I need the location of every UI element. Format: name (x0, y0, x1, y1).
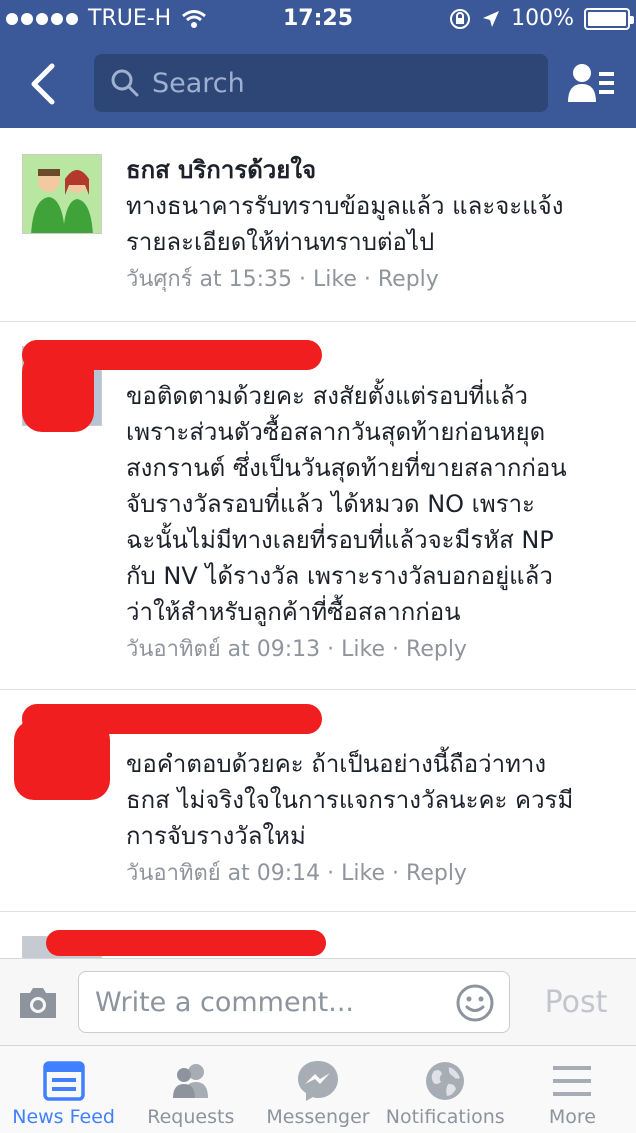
status-bar: TRUE-H 17:25 100% (0, 0, 636, 40)
comment-item: ธกส บริการด้วยใจ ทางธนาคารรับทราบข้อมูลแ… (0, 128, 636, 322)
redaction-mark (46, 930, 326, 956)
comment-text-line: ว่าให้สำหรับลูกค้าที่ซื้อสลากก่อน (126, 598, 461, 626)
tab-label: Requests (147, 1106, 235, 1128)
meta-separator: · (392, 861, 407, 886)
meta-separator: · (299, 267, 313, 292)
comment-text-line: กับ NV ได้รางวัล เพราะรางวัลบอกอยู่แล้ว (126, 562, 553, 590)
smiley-icon[interactable] (455, 983, 495, 1023)
tab-more[interactable]: More (509, 1046, 636, 1133)
meta-separator: · (327, 861, 342, 886)
comment-text-line: รายละเอียดให้ท่านทราบต่อไป (126, 228, 435, 256)
tab-label: Notifications (385, 1106, 505, 1128)
comment-timestamp: วันอาทิตย์ at 09:13 (126, 637, 321, 662)
search-icon (111, 69, 139, 97)
comment-meta: วันอาทิตย์ at 09:14 · Like · Reply (126, 854, 624, 894)
news-feed-icon (42, 1061, 85, 1101)
comment-timestamp: วันอาทิตย์ at 09:14 (126, 861, 321, 886)
comment-input-wrapper (78, 971, 510, 1033)
comment-text-line: ขอคำตอบด้วยคะ ถ้าเป็นอย่างนี้ถือว่าทาง (126, 750, 547, 778)
tab-news-feed[interactable]: News Feed (0, 1046, 127, 1133)
nav-row: Search (0, 48, 636, 120)
comment-input[interactable] (95, 982, 445, 1022)
reply-link[interactable]: Reply (406, 637, 467, 662)
comment-text-line: ฉะนั้นไม่มีทางเลยที่รอบที่แล้วจะมีรหัส N… (126, 526, 554, 554)
tab-notifications[interactable]: Notifications (382, 1046, 509, 1133)
post-button[interactable]: Post (536, 981, 616, 1025)
meta-separator: · (392, 637, 407, 662)
comment-meta: วันอาทิตย์ at 09:13 · Like · Reply (126, 630, 624, 670)
comment-item: ขอคำตอบด้วยคะ ถ้าเป็นอย่างนี้ถือว่าทาง ธ… (0, 690, 636, 912)
battery-percent: 100% (511, 6, 574, 31)
search-placeholder: Search (152, 67, 245, 99)
comment-composer: Post (0, 958, 636, 1046)
comment-text-line: จับรางวัลรอบที่แล้ว ได้หมวด NO เพราะ (126, 490, 535, 518)
battery-icon (584, 7, 634, 30)
meta-separator: · (327, 637, 342, 662)
back-button[interactable] (22, 60, 66, 108)
comment-meta: วันศุกร์ at 15:35 · Like · Reply (126, 260, 624, 300)
meta-separator: · (363, 267, 378, 292)
globe-icon (426, 1062, 465, 1100)
top-bar: TRUE-H 17:25 100% Search (0, 0, 636, 128)
tab-label: More (548, 1106, 596, 1128)
comment-item: ขอติดตามด้วยคะ สงสัยตั้งแต่รอบที่แล้ว เพ… (0, 322, 636, 690)
messenger-icon (298, 1061, 338, 1101)
redaction-mark (14, 720, 110, 800)
like-link[interactable]: Like (313, 267, 357, 292)
redaction-mark (22, 352, 94, 432)
tab-label: News Feed (12, 1106, 115, 1128)
menu-icon (553, 1066, 592, 1096)
comment-text-line: สงกรานต์ ซึ่งเป็นวันสุดท้ายที่ขายสลากก่อ… (126, 454, 567, 482)
comment-text-line: ธกส ไม่จริงใจในการแจกรางวัลนะคะ ควรมี (126, 786, 574, 814)
comment-list: ธกส บริการด้วยใจ ทางธนาคารรับทราบข้อมูลแ… (0, 128, 636, 958)
comment-item (0, 912, 636, 958)
tab-requests[interactable]: Requests (127, 1046, 254, 1133)
comment-text-line: เพราะส่วนตัวซื้อสลากวันสุดท้ายก่อนหยุด (126, 418, 546, 446)
location-icon (483, 10, 500, 27)
commenter-name[interactable]: ธกส บริการด้วยใจ (126, 152, 624, 188)
avatar[interactable] (22, 154, 102, 234)
bank-mascot-avatar-image (23, 155, 101, 233)
comment-text-line: ขอติดตามด้วยคะ สงสัยตั้งแต่รอบที่แล้ว (126, 382, 529, 410)
comment-timestamp: วันศุกร์ at 15:35 (126, 267, 292, 292)
friend-list-icon[interactable] (566, 60, 616, 106)
friend-requests-icon (172, 1064, 208, 1098)
like-link[interactable]: Like (341, 637, 385, 662)
tab-label: Messenger (266, 1106, 370, 1128)
tab-bar: News Feed Requests Messenger Notificatio… (0, 1046, 636, 1133)
camera-icon[interactable] (16, 985, 60, 1021)
tab-messenger[interactable]: Messenger (254, 1046, 381, 1133)
reply-link[interactable]: Reply (406, 861, 467, 886)
comment-text-line: ทางธนาคารรับทราบข้อมูลแล้ว และจะแจ้ง (126, 192, 564, 220)
comment-text-line: การจับรางวัลใหม่ (126, 822, 306, 850)
reply-link[interactable]: Reply (378, 267, 439, 292)
rotation-lock-icon (450, 8, 471, 29)
like-link[interactable]: Like (341, 861, 385, 886)
search-bar[interactable]: Search (94, 54, 548, 112)
